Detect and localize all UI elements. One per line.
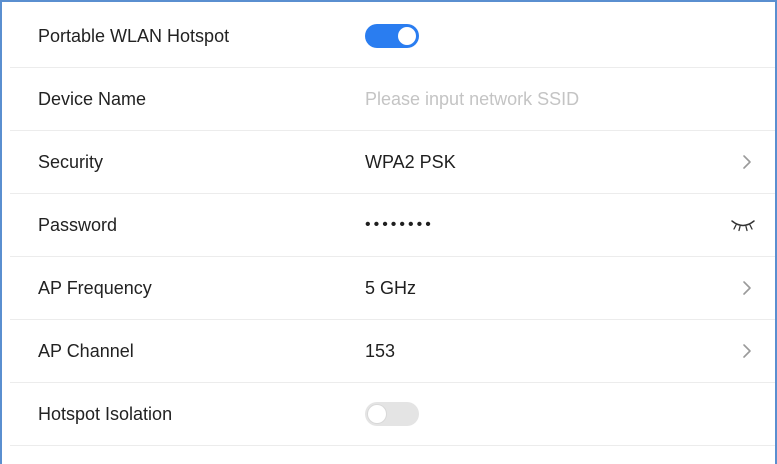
chevron-right-icon [739,278,755,298]
ap-frequency-label: AP Frequency [38,277,152,298]
ap-channel-label: AP Channel [38,340,134,361]
security-label: Security [38,151,104,172]
hotspot-toggle[interactable] [365,24,419,48]
device-name-label: Device Name [38,88,147,109]
password-value[interactable]: •••••••• [365,216,434,234]
row-security[interactable]: Security WPA2 PSK [10,131,775,194]
hotspot-isolation-label: Hotspot Isolation [38,403,173,424]
row-hotspot-isolation[interactable]: Hotspot Isolation [10,383,775,446]
row-ap-frequency[interactable]: AP Frequency 5 GHz [10,257,775,320]
hotspot-label: Portable WLAN Hotspot [38,25,230,46]
security-value: WPA2 PSK [365,151,456,172]
ap-channel-value: 153 [365,340,396,361]
eye-closed-icon[interactable] [729,216,757,234]
row-ap-channel[interactable]: AP Channel 153 [10,320,775,383]
hotspot-isolation-toggle[interactable] [365,402,419,426]
ap-frequency-value: 5 GHz [365,277,417,298]
row-device-name[interactable]: Device Name Please input network SSID [10,68,775,131]
chevron-right-icon [739,341,755,361]
device-name-input[interactable]: Please input network SSID [365,89,579,110]
row-password[interactable]: Password •••••••• [10,194,775,257]
hotspot-settings-panel: Portable WLAN Hotspot Device Name Please… [0,0,777,464]
toggle-knob [368,405,386,423]
chevron-right-icon [739,152,755,172]
row-portable-wlan-hotspot[interactable]: Portable WLAN Hotspot [10,5,775,68]
toggle-knob [398,27,416,45]
password-label: Password [38,214,118,235]
